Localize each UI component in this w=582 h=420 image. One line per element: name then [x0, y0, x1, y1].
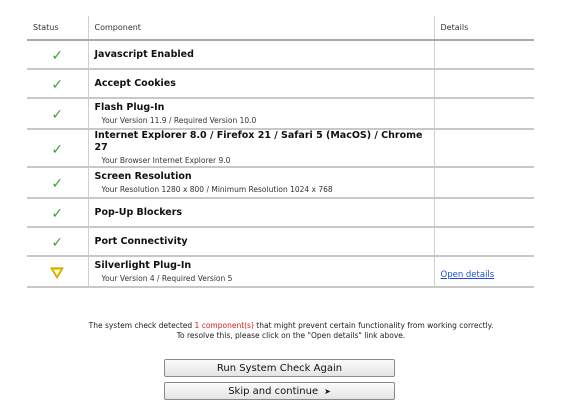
table-row: ✓ Port Connectivity	[27, 227, 534, 257]
message-text-before: The system check detected	[88, 321, 195, 330]
skip-and-continue-button[interactable]: Skip and continue ➤	[164, 382, 395, 400]
status-cell: ✓	[27, 227, 88, 257]
details-cell	[434, 227, 534, 257]
component-cell: Port Connectivity	[87, 227, 435, 257]
arrow-right-icon: ➤	[324, 387, 331, 396]
component-cell: Screen Resolution Your Resolution 1280 x…	[87, 167, 435, 199]
table-row: Silverlight Plug-In Your Version 4 / Req…	[27, 256, 534, 288]
component-detail: Your Version 11.9 / Required Version 10.…	[101, 115, 257, 125]
message-text-after: that might prevent certain functionality…	[253, 321, 494, 330]
component-name: Javascript Enabled	[94, 48, 194, 60]
status-cell	[27, 256, 88, 288]
open-details-link[interactable]: Open details	[441, 270, 495, 280]
component-detail: Your Version 4 / Required Version 5	[101, 273, 233, 283]
table-header-row: Status Component Details	[27, 16, 534, 41]
component-name: Screen Resolution	[94, 170, 192, 182]
check-icon: ✓	[51, 176, 64, 192]
status-cell: ✓	[27, 98, 88, 130]
component-cell: Silverlight Plug-In Your Version 4 / Req…	[87, 256, 435, 288]
details-cell	[434, 69, 534, 99]
header-status: Status	[27, 16, 88, 41]
details-cell	[434, 98, 534, 130]
table-row: ✓ Javascript Enabled	[27, 40, 534, 70]
component-name: Silverlight Plug-In	[94, 259, 192, 271]
resolve-instruction: To resolve this, please click on the "Op…	[176, 331, 406, 340]
status-cell: ✓	[27, 198, 88, 228]
check-icon: ✓	[51, 48, 64, 64]
run-system-check-again-label: Run System Check Again	[216, 363, 343, 374]
details-cell	[434, 198, 534, 228]
details-cell	[434, 129, 534, 168]
component-cell: Flash Plug-In Your Version 11.9 / Requir…	[87, 98, 435, 130]
details-cell	[434, 40, 534, 70]
component-name: Accept Cookies	[94, 77, 176, 89]
system-check-message: The system check detected 1 component(s)…	[0, 321, 582, 331]
check-icon: ✓	[51, 107, 64, 123]
table-row: ✓ Internet Explorer 8.0 / Firefox 21 / S…	[27, 129, 534, 168]
component-cell: Javascript Enabled	[87, 40, 435, 70]
status-cell: ✓	[27, 167, 88, 199]
check-icon: ✓	[51, 141, 64, 158]
failed-component-count: 1 component(s)	[194, 321, 254, 330]
status-cell: ✓	[27, 40, 88, 70]
status-cell: ✓	[27, 69, 88, 99]
check-icon: ✓	[51, 206, 64, 222]
status-cell: ✓	[27, 129, 88, 168]
header-component: Component	[87, 16, 435, 41]
system-check-table: Status Component Details ✓ Javascript En…	[27, 16, 534, 288]
check-icon: ✓	[51, 77, 64, 93]
table-row: ✓ Screen Resolution Your Resolution 1280…	[27, 167, 534, 199]
table-row: ✓ Flash Plug-In Your Version 11.9 / Requ…	[27, 98, 534, 130]
component-name: Internet Explorer 8.0 / Firefox 21 / Saf…	[94, 130, 423, 153]
table-row: ✓ Pop-Up Blockers	[27, 198, 534, 228]
run-system-check-again-button[interactable]: Run System Check Again	[164, 359, 395, 377]
component-name: Pop-Up Blockers	[94, 206, 183, 218]
component-cell: Accept Cookies	[87, 69, 435, 99]
warning-triangle-icon	[50, 266, 64, 279]
component-name: Port Connectivity	[94, 235, 188, 247]
check-icon: ✓	[51, 235, 64, 251]
header-details: Details	[434, 16, 534, 41]
component-detail: Your Resolution 1280 x 800 / Minimum Res…	[101, 184, 333, 194]
details-cell	[434, 167, 534, 199]
component-cell: Pop-Up Blockers	[87, 198, 435, 228]
component-detail: Your Browser Internet Explorer 9.0	[101, 156, 231, 165]
table-row: ✓ Accept Cookies	[27, 69, 534, 99]
skip-and-continue-label: Skip and continue	[228, 386, 319, 397]
component-name: Flash Plug-In	[94, 101, 165, 113]
component-cell: Internet Explorer 8.0 / Firefox 21 / Saf…	[87, 129, 435, 168]
details-cell: Open details	[434, 256, 534, 288]
